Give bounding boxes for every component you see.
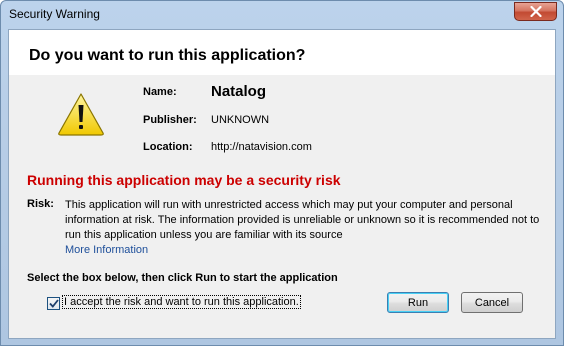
name-label: Name: <box>143 86 177 98</box>
app-name: Natalog <box>211 83 267 100</box>
warning-triangle-icon <box>58 93 104 136</box>
risk-description: This application will run with unrestric… <box>65 199 540 241</box>
header-band: Do you want to run this application? <box>9 30 555 75</box>
risk-heading: Running this application may be a securi… <box>27 172 341 188</box>
location-value: http://natavision.com <box>211 141 312 153</box>
accept-risk-label[interactable]: I accept the risk and want to run this a… <box>62 295 301 309</box>
publisher-label: Publisher: <box>143 114 197 126</box>
dialog-question: Do you want to run this application? <box>29 47 306 64</box>
publisher-value: UNKNOWN <box>211 114 270 126</box>
risk-label: Risk: <box>27 198 54 210</box>
close-icon <box>529 6 542 17</box>
title-bar[interactable]: Security Warning <box>1 1 563 27</box>
security-warning-dialog: Security Warning Do you want to run this… <box>0 0 564 346</box>
consent-heading: Select the box below, then click Run to … <box>27 272 338 284</box>
more-information-link[interactable]: More Information <box>65 244 148 256</box>
accept-risk-checkbox[interactable] <box>47 297 60 310</box>
close-button[interactable] <box>514 2 557 21</box>
window-title: Security Warning <box>9 7 100 21</box>
location-label: Location: <box>143 141 193 153</box>
run-button[interactable]: Run <box>387 292 449 313</box>
cancel-button[interactable]: Cancel <box>461 292 523 313</box>
checkmark-icon <box>48 299 59 308</box>
dialog-body: Do you want to run this application? Nam… <box>8 29 556 339</box>
